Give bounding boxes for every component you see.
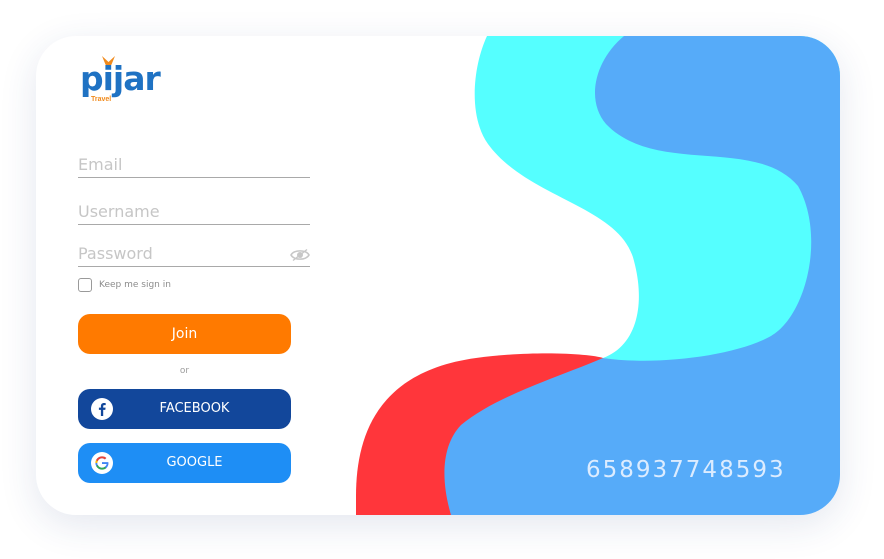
logo-wordmark: pijar bbox=[80, 59, 161, 98]
join-button[interactable]: Join bbox=[78, 314, 291, 354]
password-field[interactable] bbox=[78, 244, 283, 263]
join-button-label: Join bbox=[171, 326, 198, 342]
google-button-label: GOOGLE bbox=[166, 455, 223, 470]
logo-tagline: Travel bbox=[91, 96, 112, 103]
facebook-button[interactable]: FACEBOOK bbox=[78, 389, 291, 429]
or-divider: or bbox=[179, 366, 190, 376]
email-field[interactable] bbox=[78, 155, 283, 174]
google-button[interactable]: GOOGLE bbox=[78, 443, 291, 483]
email-field-row bbox=[78, 151, 310, 178]
facebook-button-label: FACEBOOK bbox=[159, 401, 230, 416]
username-field[interactable] bbox=[78, 202, 283, 221]
username-field-row bbox=[78, 198, 310, 225]
keep-signed-in-label: Keep me sign in bbox=[99, 280, 171, 290]
login-card: pijar Travel Keep me sign in Join or FAC… bbox=[36, 36, 840, 515]
eye-icon[interactable] bbox=[290, 248, 310, 262]
password-field-row bbox=[78, 240, 310, 267]
code-number: 658937748593 bbox=[586, 457, 786, 483]
keep-signed-in-checkbox[interactable] bbox=[78, 278, 92, 292]
brand-logo: pijar Travel bbox=[80, 56, 164, 106]
